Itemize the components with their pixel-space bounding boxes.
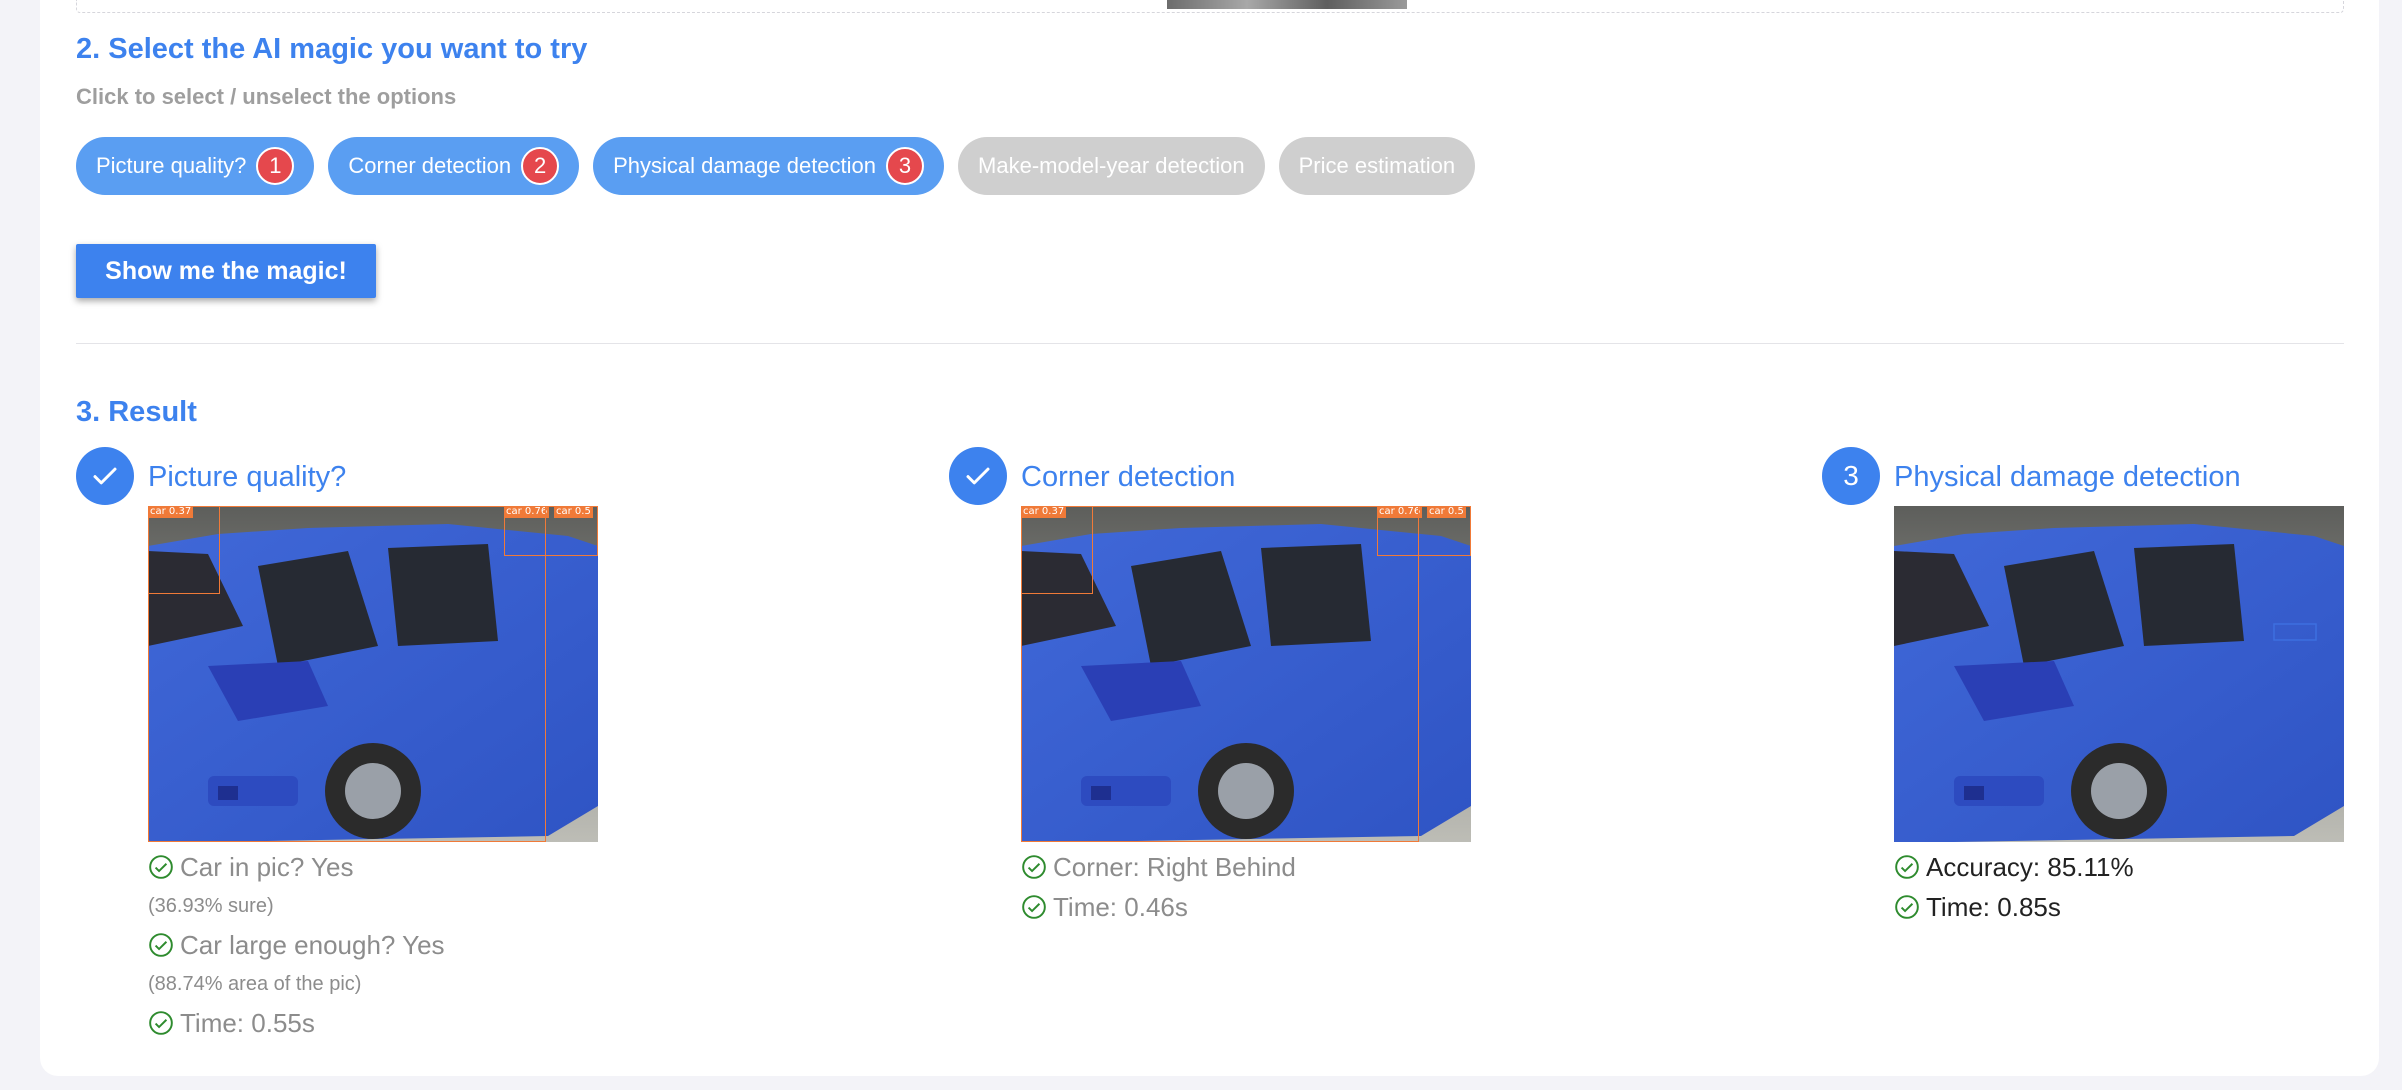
option-label: Make-model-year detection: [978, 153, 1245, 178]
check-circle-icon: [149, 933, 173, 957]
result-title: Physical damage detection: [1894, 461, 2241, 493]
result-line: Corner: Right Behind: [1021, 847, 1296, 887]
result-line: Time: 0.85s: [1894, 887, 2134, 927]
detection-box: [1021, 506, 1419, 842]
upload-preview-strip: [76, 0, 2344, 13]
detection-box: [148, 506, 546, 842]
option-label: Corner detection: [348, 153, 512, 178]
result-line: Accuracy: 85.11%: [1894, 847, 2134, 887]
result-subline: (36.93% sure): [148, 894, 274, 917]
result-details: Car in pic? Yes (36.93% sure) Car large …: [148, 847, 445, 1043]
option-physical-damage-detection[interactable]: Physical damage detection 3: [593, 137, 945, 195]
detection-label: car 0.5: [1427, 506, 1466, 518]
detection-label: car 0.5: [554, 506, 593, 518]
result-subline: (88.74% area of the pic): [148, 972, 362, 995]
check-circle-icon: [1895, 895, 1919, 919]
option-label: Physical damage detection: [613, 153, 877, 178]
option-make-model-year-detection[interactable]: Make-model-year detection: [958, 137, 1265, 195]
result-heading: 3. Result: [76, 396, 197, 428]
result-status-badge: [949, 447, 1007, 505]
result-car-photo: car 0.37 car 0.76 car 0.5: [148, 506, 598, 842]
option-label: Picture quality?: [96, 153, 247, 178]
result-line: Time: 0.55s: [148, 1003, 445, 1043]
result-title: Corner detection: [1021, 461, 1236, 493]
check-circle-icon: [1022, 895, 1046, 919]
magic-options: Picture quality? 1 Corner detection 2 Ph…: [76, 137, 1476, 195]
check-icon: [93, 467, 117, 485]
check-circle-icon: [1022, 855, 1046, 879]
check-icon: [966, 467, 990, 485]
uploaded-image-thumbnail: [1167, 0, 1407, 9]
result-line: Car large enough? Yes: [148, 925, 445, 965]
option-picture-quality[interactable]: Picture quality? 1: [76, 137, 315, 195]
result-status-badge: [76, 447, 134, 505]
section-divider: [76, 343, 2344, 344]
result-line: Car in pic? Yes: [148, 847, 445, 887]
selection-order-badge: 2: [521, 147, 560, 185]
result-details: Accuracy: 85.11% Time: 0.85s: [1894, 847, 2134, 927]
result-step-badge: 3: [1822, 447, 1880, 505]
check-circle-icon: [149, 1011, 173, 1035]
result-line: Time: 0.46s: [1021, 887, 1296, 927]
result-car-photo: [1894, 506, 2344, 842]
result-title: Picture quality?: [148, 461, 347, 493]
selection-order-badge: 3: [886, 147, 925, 185]
select-magic-heading: 2. Select the AI magic you want to try: [76, 33, 588, 65]
result-car-photo: car 0.37 car 0.76 car 0.5: [1021, 506, 1471, 842]
option-price-estimation[interactable]: Price estimation: [1278, 137, 1476, 195]
selection-order-badge: 1: [256, 147, 295, 185]
check-circle-icon: [1895, 855, 1919, 879]
option-corner-detection[interactable]: Corner detection 2: [328, 137, 580, 195]
show-magic-button[interactable]: Show me the magic!: [76, 244, 376, 298]
option-label: Price estimation: [1298, 153, 1456, 178]
check-circle-icon: [149, 855, 173, 879]
select-instructions: Click to select / unselect the options: [76, 84, 457, 109]
result-details: Corner: Right Behind Time: 0.46s: [1021, 847, 1296, 927]
